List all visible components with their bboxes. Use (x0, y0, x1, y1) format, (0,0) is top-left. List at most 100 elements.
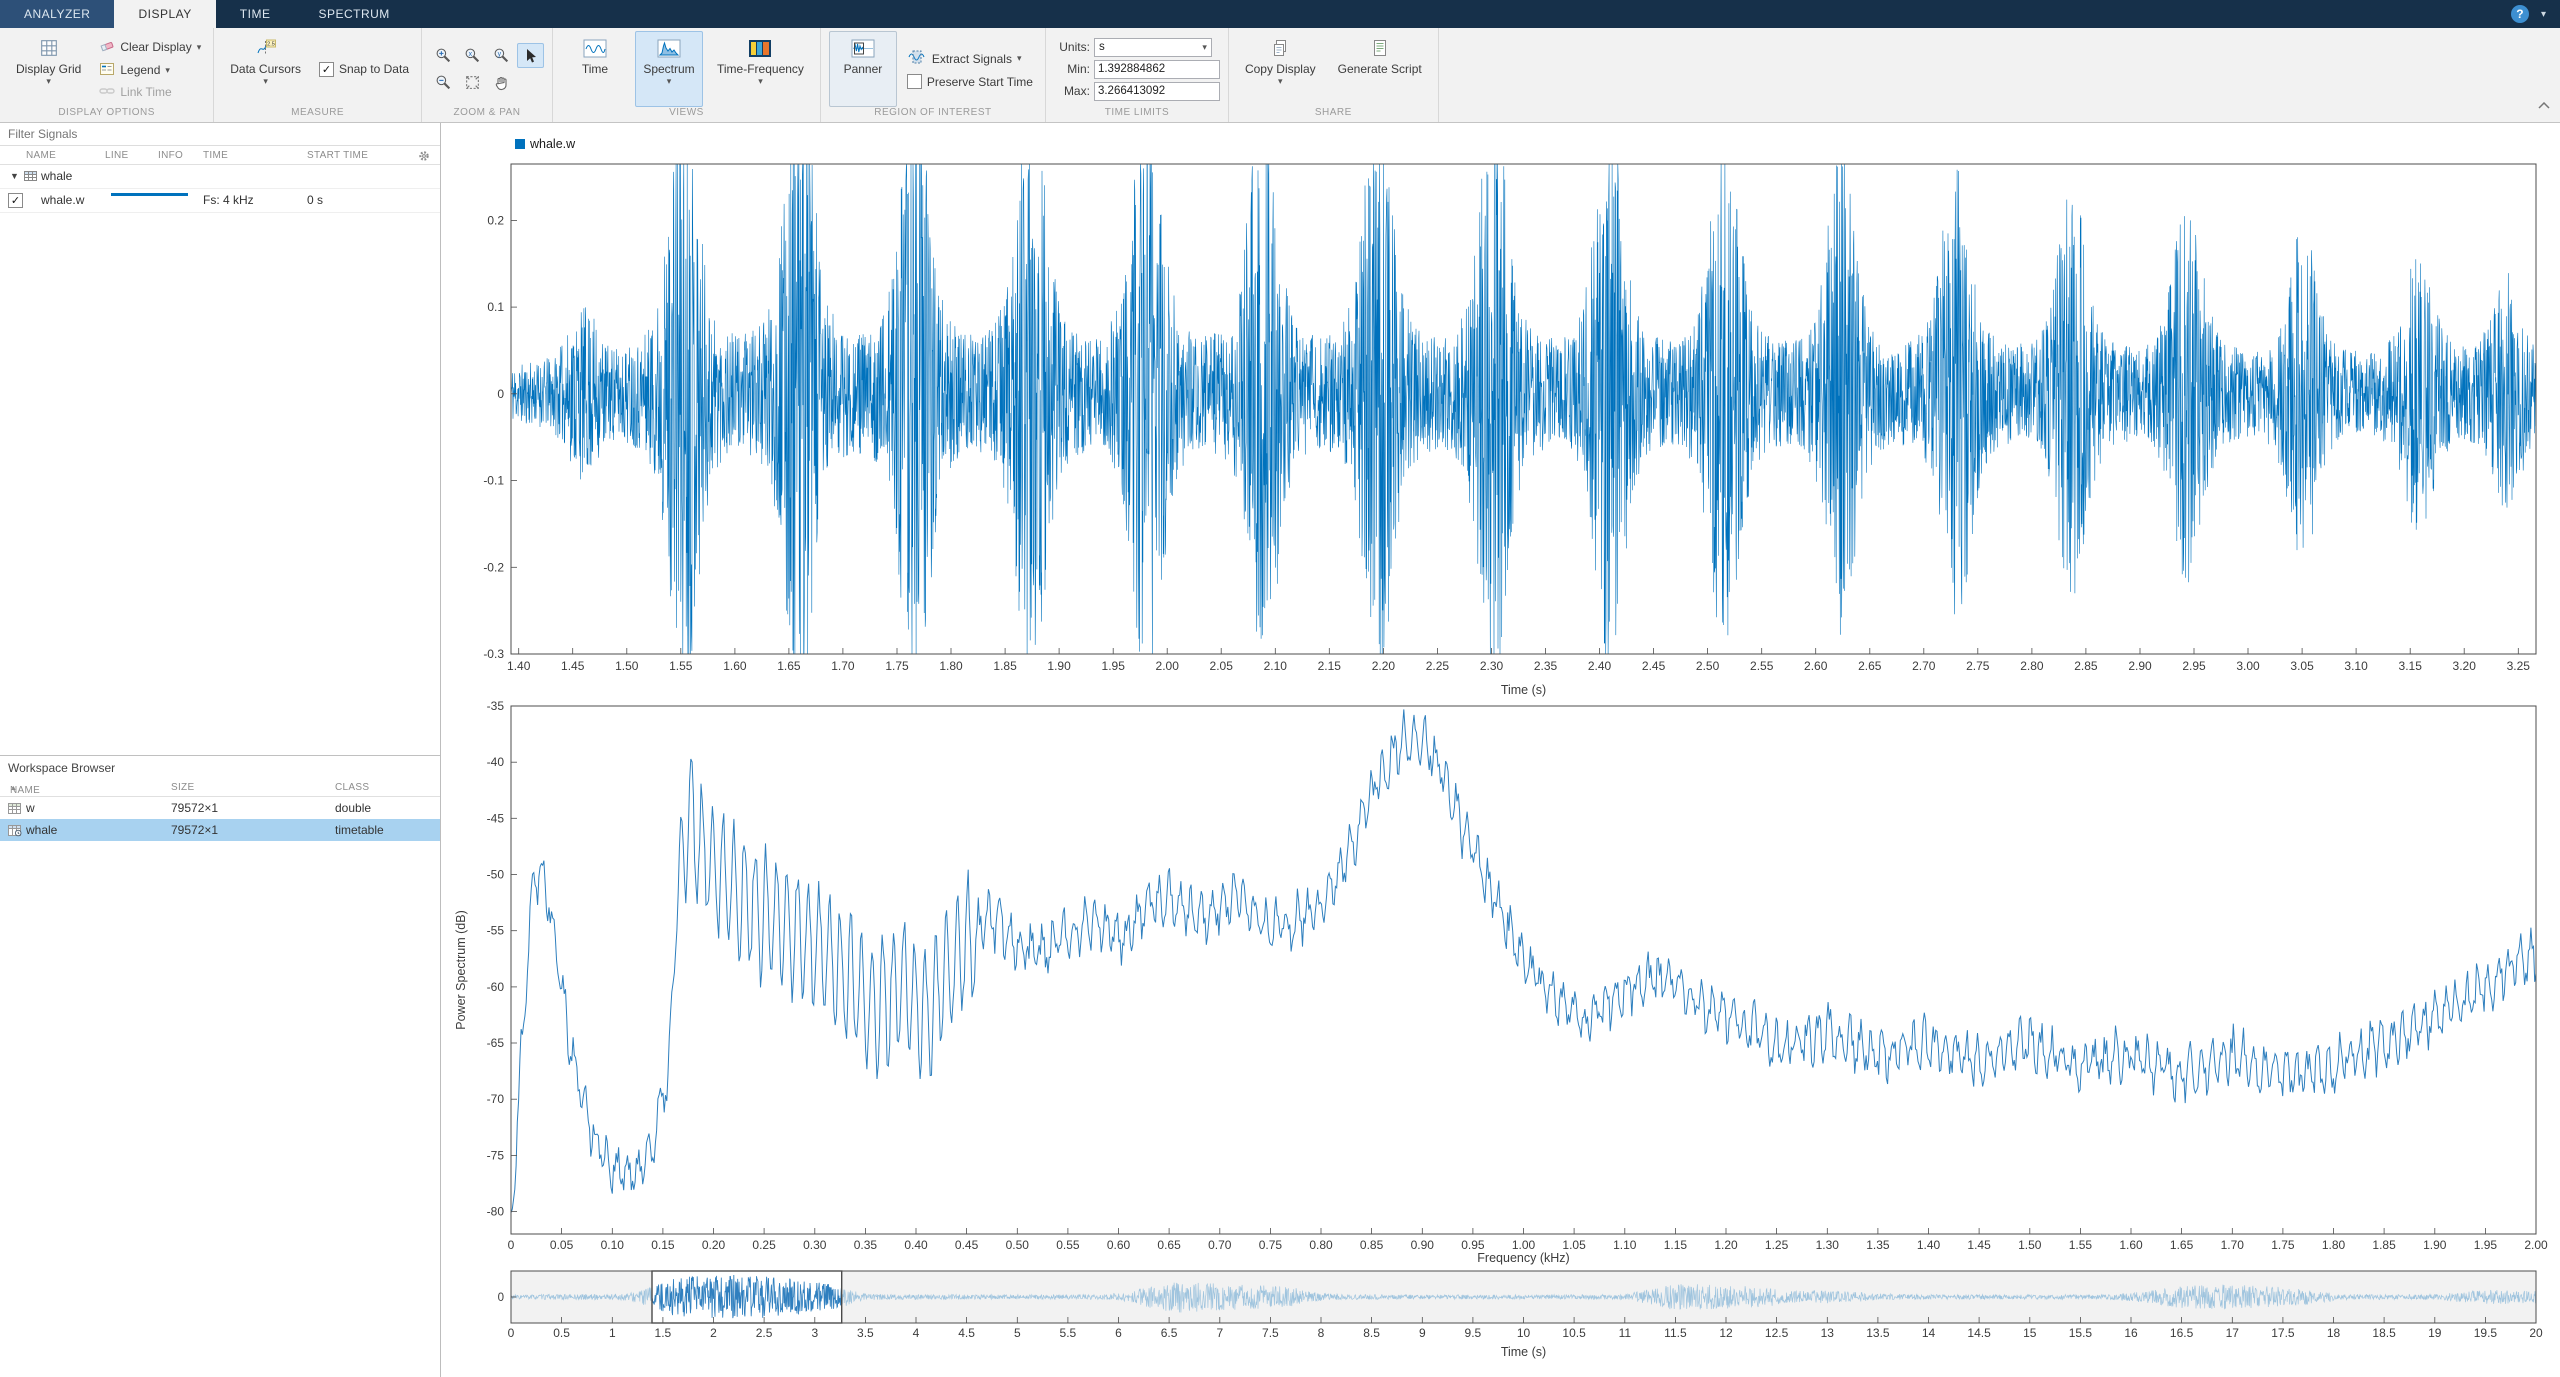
max-time-field[interactable] (1094, 82, 1220, 101)
pan-hand-button[interactable] (488, 70, 515, 95)
col-line[interactable]: LINE (105, 150, 128, 161)
toolstrip-menu-caret-icon[interactable]: ▾ (2541, 9, 2546, 20)
data-cursors-button[interactable]: 2.5 Data Cursors ▾ (222, 31, 309, 107)
tab-analyzer[interactable]: ANALYZER (0, 0, 114, 28)
svg-text:18: 18 (2327, 1326, 2341, 1340)
link-time-label: Link Time (120, 85, 171, 99)
svg-text:0.45: 0.45 (955, 1238, 979, 1252)
svg-text:2.95: 2.95 (2182, 659, 2206, 673)
col-start-time[interactable]: START TIME (307, 150, 368, 161)
svg-text:2: 2 (710, 1326, 717, 1340)
dropdown-caret-icon: ▾ (667, 78, 672, 85)
svg-text:1.00: 1.00 (1512, 1238, 1536, 1252)
copy-display-button[interactable]: Copy Display ▾ (1237, 31, 1324, 107)
var-name: w (26, 801, 35, 815)
svg-text:2.85: 2.85 (2074, 659, 2098, 673)
filter-signals-input[interactable] (0, 123, 440, 146)
legend-label: Legend (120, 63, 160, 77)
workspace-row-whale[interactable]: whale 79572×1 timetable (0, 819, 440, 841)
col-name[interactable]: NAME (26, 150, 56, 161)
signal-line-color-sample[interactable] (111, 193, 188, 196)
section-label: DISPLAY OPTIONS (8, 107, 205, 122)
ws-col-class[interactable]: CLASS (335, 782, 369, 793)
panner-button[interactable]: Panner (829, 31, 897, 107)
units-label: Units: (1054, 40, 1090, 54)
tabbar-right: ? ▾ (2511, 0, 2560, 28)
svg-text:0.05: 0.05 (550, 1238, 574, 1252)
zoom-in-x-button[interactable]: x (459, 43, 486, 68)
svg-text:1.55: 1.55 (669, 659, 693, 673)
svg-text:-65: -65 (487, 1036, 505, 1050)
svg-text:3.05: 3.05 (2290, 659, 2314, 673)
svg-text:1.5: 1.5 (655, 1326, 672, 1340)
generate-script-button[interactable]: Generate Script (1330, 31, 1430, 107)
svg-text:-0.1: -0.1 (483, 474, 504, 488)
help-button[interactable]: ? (2511, 5, 2529, 23)
svg-text:20: 20 (2529, 1326, 2543, 1340)
section-label: TIME LIMITS (1054, 107, 1220, 122)
zoom-out-button[interactable] (430, 70, 457, 95)
svg-text:3.15: 3.15 (2399, 659, 2423, 673)
pointer-tool-button[interactable] (517, 43, 544, 68)
svg-text:12: 12 (1719, 1326, 1733, 1340)
svg-text:1.45: 1.45 (561, 659, 585, 673)
spectrum-view-button[interactable]: Spectrum ▾ (635, 31, 703, 107)
tab-spectrum[interactable]: SPECTRUM (294, 0, 413, 28)
svg-text:1.40: 1.40 (507, 659, 531, 673)
signal-group-row[interactable]: ▼ whale (0, 165, 440, 189)
var-size: 79572×1 (171, 823, 218, 837)
zoom-in-y-button[interactable]: y (488, 43, 515, 68)
time-frequency-view-button[interactable]: Time-Frequency ▾ (709, 31, 812, 107)
copy-icon (1272, 36, 1288, 60)
units-select[interactable]: s ▾ (1094, 38, 1212, 57)
signal-row[interactable]: ✓ whale.w Fs: 4 kHz 0 s (0, 189, 440, 213)
svg-text:1.50: 1.50 (2018, 1238, 2042, 1252)
tab-time[interactable]: TIME (216, 0, 295, 28)
svg-text:1.95: 1.95 (2474, 1238, 2498, 1252)
svg-text:9: 9 (1419, 1326, 1426, 1340)
tab-display[interactable]: DISPLAY (114, 0, 215, 28)
fit-to-view-button[interactable] (459, 70, 486, 95)
time-frequency-icon (748, 36, 772, 60)
ws-col-size[interactable]: SIZE (171, 782, 194, 793)
charts-canvas[interactable]: 1.401.451.501.551.601.651.701.751.801.85… (441, 123, 2560, 1377)
signal-checkbox[interactable]: ✓ (8, 193, 23, 208)
svg-text:-60: -60 (487, 980, 505, 994)
col-time[interactable]: TIME (203, 150, 228, 161)
snap-to-data-checkbox[interactable]: ✓ (319, 62, 334, 77)
legend-button[interactable]: Legend ▾ (95, 61, 205, 80)
time-view-icon (583, 36, 607, 60)
tree-expand-caret-icon[interactable]: ▼ (10, 171, 19, 181)
timetable-icon (8, 825, 22, 840)
workspace-row-w[interactable]: w 79572×1 double (0, 797, 440, 819)
snap-to-data-checkbox-row[interactable]: ✓ Snap to Data (315, 61, 413, 78)
signal-info: Fs: 4 kHz (203, 193, 254, 207)
svg-text:1.40: 1.40 (1917, 1238, 1941, 1252)
svg-text:2.40: 2.40 (1588, 659, 1612, 673)
spectrum-view-label: Spectrum (643, 62, 694, 76)
svg-text:2.70: 2.70 (1912, 659, 1936, 673)
min-time-field[interactable] (1094, 60, 1220, 79)
time-view-button[interactable]: Time (561, 31, 629, 107)
svg-text:0.40: 0.40 (904, 1238, 928, 1252)
zoom-in-button[interactable] (430, 43, 457, 68)
var-class: double (335, 801, 371, 815)
svg-text:15.5: 15.5 (2069, 1326, 2093, 1340)
section-views: Time Spectrum ▾ Time-Frequency ▾ (553, 28, 821, 122)
svg-text:4: 4 (913, 1326, 920, 1340)
svg-text:4.5: 4.5 (958, 1326, 975, 1340)
display-grid-button[interactable]: Display Grid ▾ (8, 31, 89, 107)
svg-text:7.5: 7.5 (1262, 1326, 1279, 1340)
svg-text:3.5: 3.5 (857, 1326, 874, 1340)
col-info[interactable]: INFO (158, 150, 183, 161)
preserve-start-time-row[interactable]: Preserve Start Time (903, 73, 1037, 90)
extract-signals-button[interactable]: Extract Signals ▾ (903, 48, 1037, 69)
clear-display-button[interactable]: Clear Display ▾ (95, 38, 205, 57)
preserve-start-time-checkbox[interactable] (907, 74, 922, 89)
svg-text:2.45: 2.45 (1642, 659, 1666, 673)
gear-icon[interactable] (418, 150, 430, 165)
svg-text:-45: -45 (487, 811, 505, 825)
svg-text:2.5: 2.5 (756, 1326, 773, 1340)
collapse-ribbon-button[interactable] (2538, 96, 2550, 114)
svg-text:0.80: 0.80 (1309, 1238, 1333, 1252)
